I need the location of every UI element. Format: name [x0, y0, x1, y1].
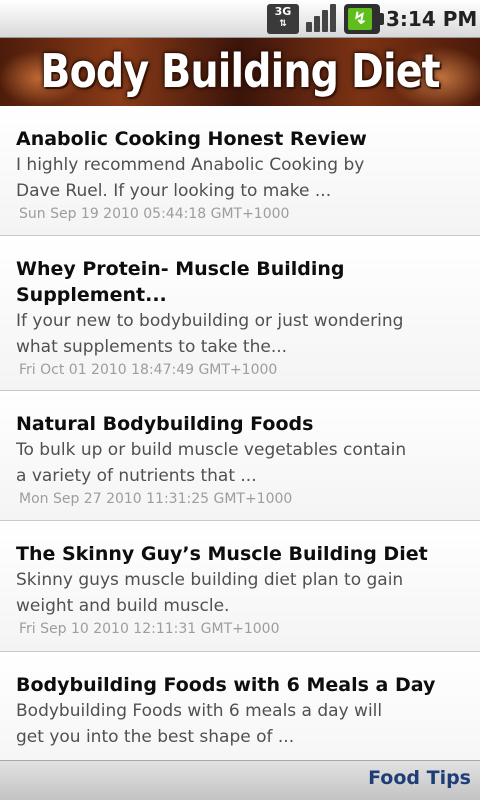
article-title: Natural Bodybuilding Foods [16, 413, 314, 435]
status-clock: 3:14 PM [386, 7, 478, 31]
status-bar: 3G ⇅ ↯ 3:14 PM [0, 0, 480, 38]
article-summary-line: Skinny guys muscle building diet plan to… [16, 570, 404, 590]
article-list[interactable]: Anabolic Cooking Honest Review I highly … [0, 106, 480, 760]
article-title: Anabolic Cooking Honest Review [16, 128, 367, 150]
article-date: Mon Sep 27 2010 11:31:25 GMT+1000 [19, 491, 293, 507]
article-title: Bodybuilding Foods with 6 Meals a Day [16, 674, 436, 696]
app-title: Body Building Diet [40, 44, 440, 98]
article-date: Fri Sep 10 2010 12:11:31 GMT+1000 [19, 621, 280, 637]
article-summary-line: If your new to bodybuilding or just wond… [16, 311, 404, 331]
network-type-label: 3G [274, 5, 292, 18]
article-date: Fri Oct 01 2010 18:47:49 GMT+1000 [19, 362, 278, 378]
article-summary-line: Dave Ruel. If your looking to make ... [16, 181, 332, 201]
3g-network-icon: 3G ⇅ [267, 4, 299, 34]
article-title-line: Whey Protein- Muscle Building [16, 258, 345, 280]
article-summary-line: To bulk up or build muscle vegetables co… [16, 440, 407, 460]
article-item[interactable]: Anabolic Cooking Honest Review I highly … [0, 106, 480, 236]
article-item[interactable]: The Skinny Guy’s Muscle Building Diet Sk… [0, 521, 480, 652]
article-item[interactable]: Whey Protein- Muscle Building Supplement… [0, 236, 480, 391]
bottom-bar: Food Tips [0, 760, 480, 800]
app-header-banner: Body Building Diet [0, 38, 480, 106]
data-arrows-icon: ⇅ [279, 19, 287, 29]
article-item[interactable]: Bodybuilding Foods with 6 Meals a Day Bo… [0, 652, 480, 760]
food-tips-link[interactable]: Food Tips [368, 767, 471, 789]
article-title: The Skinny Guy’s Muscle Building Diet [16, 543, 428, 565]
article-summary-line: weight and build muscle. [16, 596, 230, 616]
article-title-line: Supplement... [16, 284, 167, 306]
article-summary-line: get you into the best shape of ... [16, 727, 295, 747]
article-item[interactable]: Natural Bodybuilding Foods To bulk up or… [0, 391, 480, 521]
article-summary-line: what supplements to take the... [16, 337, 288, 357]
signal-bars-icon [304, 4, 340, 34]
article-date: Sun Sep 19 2010 05:44:18 GMT+1000 [19, 206, 290, 222]
battery-charging-icon: ↯ [344, 4, 384, 34]
article-summary-line: a variety of nutrients that ... [16, 466, 257, 486]
article-summary-line: I highly recommend Anabolic Cooking by [16, 155, 365, 175]
article-summary-line: Bodybuilding Foods with 6 meals a day wi… [16, 701, 383, 721]
